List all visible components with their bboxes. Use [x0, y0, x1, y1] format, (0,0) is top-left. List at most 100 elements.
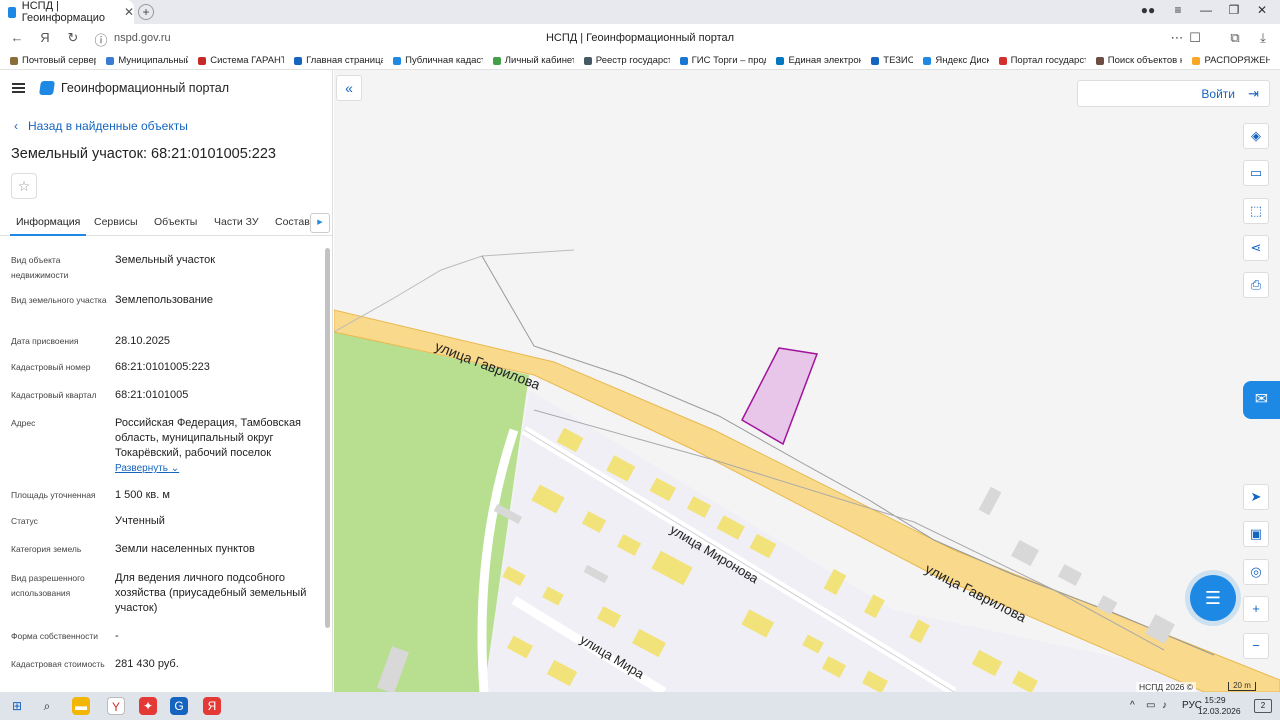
- volume-icon[interactable]: ♪: [1162, 700, 1167, 711]
- info-panel: Геоинформационный портал ‹ Назад в найде…: [0, 70, 333, 692]
- minimap-icon[interactable]: ▣: [1243, 521, 1269, 547]
- tabs-scroll-right-icon[interactable]: ▶: [310, 213, 330, 233]
- field-value: -: [115, 630, 119, 642]
- incognito-icon[interactable]: ●●: [1138, 3, 1158, 17]
- menu-icon[interactable]: ≡: [1168, 3, 1188, 17]
- field-value: 28.10.2025: [115, 335, 171, 347]
- bookmark-item[interactable]: Система ГАРАНТ: [198, 55, 284, 66]
- bookmark-icon: [583, 56, 592, 65]
- tab-objects[interactable]: Объекты: [154, 216, 197, 228]
- yandex-icon[interactable]: Я: [36, 30, 54, 45]
- hamburger-menu-icon[interactable]: [12, 83, 25, 93]
- bookmark-icon: [393, 56, 402, 65]
- bookmark-icon: [106, 56, 115, 65]
- browser-tab[interactable]: НСПД | Геоинформацио ✕: [0, 0, 134, 24]
- panel-scrollbar[interactable]: [325, 248, 330, 628]
- building-grey: [1057, 564, 1083, 586]
- app-icon[interactable]: ✦: [139, 697, 157, 715]
- tab-information[interactable]: Информация: [9, 216, 87, 236]
- tab-parts[interactable]: Части ЗУ: [214, 216, 259, 228]
- windows-start-icon[interactable]: ⊞: [8, 697, 26, 715]
- zoom-in-button[interactable]: +: [1243, 596, 1269, 622]
- bookmark-item[interactable]: ГИС Торги – прод: [679, 55, 766, 66]
- clock-time: 15:29: [1204, 695, 1226, 705]
- field-value: Землепользование: [115, 294, 214, 306]
- close-tab-icon[interactable]: ✕: [124, 5, 134, 19]
- new-tab-button[interactable]: +: [138, 4, 154, 20]
- more-icon[interactable]: ⋯: [1168, 30, 1186, 46]
- bookmark-item[interactable]: Личный кабинет: [492, 55, 574, 66]
- share-tool-button[interactable]: ⋖: [1243, 235, 1269, 261]
- field-label: Категория земель: [11, 544, 82, 554]
- os-taskbar: ⊞ ⌕ ▬ Y ✦ G Я ^ ▭ ♪ РУС 15:29 12.03.2026…: [0, 692, 1280, 720]
- bookmark-item[interactable]: Яндекс Диск: [923, 55, 989, 66]
- navigate-icon[interactable]: ➤: [1243, 484, 1269, 510]
- login-button[interactable]: Войти ⇥: [1077, 80, 1270, 107]
- field-value: 68:21:0101005:223: [115, 361, 210, 373]
- system-clock[interactable]: 15:29 12.03.2026: [1198, 695, 1241, 717]
- tab-composition[interactable]: Состав: [275, 216, 310, 228]
- file-explorer-icon[interactable]: ▬: [72, 697, 90, 715]
- bookmark-item[interactable]: Поиск объектов н: [1095, 55, 1182, 66]
- bookmark-icon: [492, 56, 501, 65]
- locate-icon[interactable]: ◎: [1243, 559, 1269, 585]
- map-canvas: улица Гаврилова улица Гаврилова улица Ми…: [334, 249, 1280, 692]
- bookmark-icon: [923, 56, 932, 65]
- layers-tool-button[interactable]: ◈: [1243, 123, 1269, 149]
- back-arrow-icon[interactable]: ←: [8, 30, 26, 45]
- minimize-icon[interactable]: —: [1196, 3, 1216, 17]
- site-info-icon[interactable]: ⓘ: [92, 30, 110, 49]
- bookmark-icon: [1192, 56, 1201, 65]
- field-label: Кадастровая стоимость: [11, 659, 105, 669]
- reload-icon[interactable]: ↻: [64, 30, 82, 46]
- map-view[interactable]: улица Гаврилова улица Гаврилова улица Ми…: [334, 70, 1280, 692]
- field-label: Кадастровый квартал: [11, 390, 97, 400]
- zoom-out-button[interactable]: −: [1243, 633, 1269, 659]
- yandex-browser-icon[interactable]: Y: [107, 697, 125, 715]
- ruler-tool-button[interactable]: ▭: [1243, 160, 1269, 186]
- restore-icon[interactable]: ❐: [1224, 3, 1244, 17]
- bookmarks-bar: Почтовый сервер Муниципальный Система ГА…: [0, 52, 1280, 70]
- field-label: Площадь уточненная: [11, 490, 96, 500]
- tray-chevron-icon[interactable]: ^: [1130, 700, 1135, 711]
- bookmark-item[interactable]: Портал государст: [998, 55, 1086, 66]
- chat-bubble-icon[interactable]: ☰: [1190, 575, 1236, 621]
- search-icon[interactable]: ⌕: [38, 697, 56, 715]
- field-label: Вид разрешенного использования: [11, 573, 85, 598]
- expand-address-link[interactable]: Развернуть ⌄: [115, 463, 179, 474]
- building-grey: [978, 486, 1002, 516]
- network-icon[interactable]: ▭: [1146, 700, 1155, 711]
- bookmark-icon[interactable]: ☐: [1186, 30, 1204, 46]
- field-label: Кадастровый номер: [11, 362, 91, 372]
- print-tool-button[interactable]: ⎙: [1243, 272, 1269, 298]
- address-bar: ← Я ↻ ⓘ nspd.gov.ru НСПД | Геоинформацио…: [0, 24, 1280, 52]
- extensions-icon[interactable]: ⧉: [1226, 30, 1244, 46]
- bookmark-item[interactable]: РАСПОРЯЖЕН: [1192, 55, 1270, 66]
- yandex-icon[interactable]: Я: [203, 697, 221, 715]
- select-area-tool-button[interactable]: ⬚: [1243, 198, 1269, 224]
- bookmark-item[interactable]: Публичная кадаст: [393, 55, 483, 66]
- site-favicon-icon: [8, 6, 16, 18]
- app-icon[interactable]: G: [170, 697, 188, 715]
- field-label: Вид объекта недвижимости: [11, 255, 69, 280]
- notifications-icon[interactable]: 2: [1254, 699, 1272, 713]
- bookmark-icon: [871, 56, 880, 65]
- bookmark-item[interactable]: Муниципальный: [106, 55, 188, 66]
- bookmark-item[interactable]: ТЕЗИС: [871, 55, 913, 66]
- favorite-star-icon[interactable]: ☆: [11, 173, 37, 199]
- field-value: Для ведения личного подсобного хозяйства…: [115, 572, 307, 614]
- field-value: Земли населенных пунктов: [115, 543, 255, 555]
- bookmark-item[interactable]: Почтовый сервер: [10, 55, 96, 66]
- bookmark-icon: [776, 56, 785, 65]
- bookmark-item[interactable]: Реестр государст: [583, 55, 670, 66]
- support-chat-button[interactable]: ✉: [1243, 381, 1280, 419]
- bookmark-item[interactable]: Главная страница: [294, 55, 383, 66]
- bookmark-item[interactable]: Единая электрон: [776, 55, 861, 66]
- url-field[interactable]: nspd.gov.ru: [114, 32, 171, 44]
- download-icon[interactable]: ⤓: [1254, 30, 1272, 46]
- close-window-icon[interactable]: ✕: [1252, 3, 1272, 17]
- back-to-results-link[interactable]: ‹ Назад в найденные объекты: [14, 119, 188, 133]
- collapse-panel-button[interactable]: «: [336, 75, 362, 101]
- tab-services[interactable]: Сервисы: [94, 216, 138, 228]
- field-label: Адрес: [11, 418, 36, 428]
